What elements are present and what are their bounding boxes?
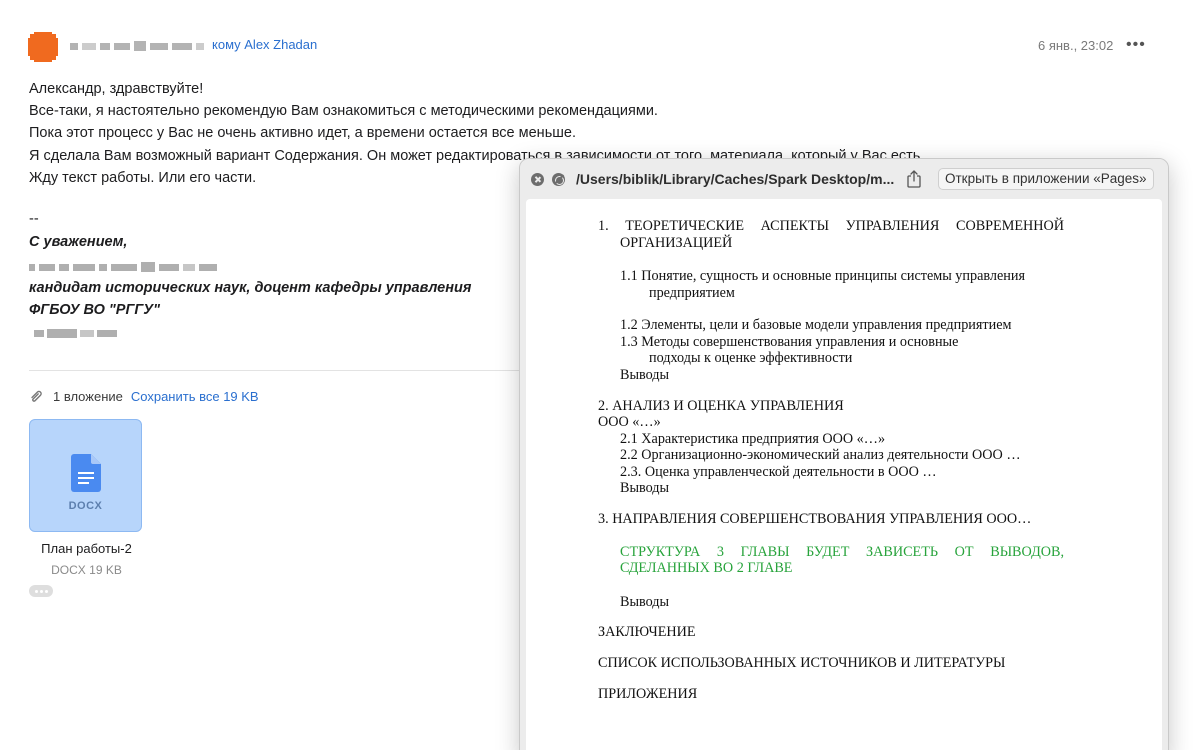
section-2-1: 2.1 Характеристика предприятия ООО «…»: [620, 431, 886, 447]
attachment-more-icon[interactable]: [29, 585, 53, 597]
email-date: 6 янв., 23:02: [1038, 38, 1114, 53]
more-icon[interactable]: •••: [1126, 36, 1146, 54]
signature-name-redacted: [29, 262, 259, 272]
attachment-meta: DOCX 19 KB: [51, 563, 122, 577]
attachment-count: 1 вложение: [53, 388, 123, 404]
share-icon[interactable]: [906, 170, 922, 188]
signature-contact-redacted: [34, 327, 129, 339]
section-2-3: 2.3. Оценка управленческой деятельности …: [620, 464, 937, 480]
open-in-pages-button[interactable]: Открыть в приложении «Pages»: [938, 168, 1154, 190]
conclusion-heading: ЗАКЛЮЧЕНИЕ: [598, 624, 696, 640]
quicklook-file-path: /Users/biblik/Library/Caches/Spark Deskt…: [576, 171, 895, 187]
signature-separator: --: [29, 211, 39, 227]
recipient-link[interactable]: кому Alex Zhadan: [212, 37, 317, 52]
body-line: Все-таки, я настоятельно рекомендую Вам …: [29, 103, 658, 120]
section-1-2: 1.2 Элементы, цели и базовые модели упра…: [620, 317, 1012, 333]
signature-title: кандидат исторических наук, доцент кафед…: [29, 280, 472, 296]
section-1-3-line1: 1.3 Методы совершенствования управления …: [620, 334, 959, 350]
conclusions-3: Выводы: [620, 594, 670, 610]
heading-2-line1: 2. АНАЛИЗ И ОЦЕНКА УПРАВЛЕНИЯ: [598, 398, 844, 414]
section-2-2: 2.2 Организационно-экономический анализ …: [620, 447, 1021, 463]
docx-file-icon: [71, 454, 101, 492]
attachment-name[interactable]: План работы-2: [24, 541, 149, 556]
note-line1: СТРУКТУРА 3 ГЛАВЫ БУДЕТ ЗАВИСЕТЬ ОТ ВЫВО…: [620, 544, 1064, 560]
close-icon[interactable]: [531, 173, 544, 186]
attachment-ext-label: DOCX: [68, 500, 103, 512]
signature-organization: ФГБОУ ВО "РГГУ": [29, 302, 160, 318]
sender-name-redacted: [70, 40, 210, 52]
section-1-1-line2: предприятием: [649, 285, 735, 301]
sender-avatar-icon[interactable]: [28, 32, 58, 62]
paperclip-icon: [31, 390, 42, 402]
heading-2-line2: ООО «…»: [598, 414, 661, 430]
conclusions-2: Выводы: [620, 480, 670, 496]
appendices-heading: ПРИЛОЖЕНИЯ: [598, 686, 698, 702]
signature-regards: С уважением,: [29, 234, 128, 250]
email-header: кому Alex Zhadan 6 янв., 23:02 •••: [0, 0, 1200, 90]
divider: [29, 370, 529, 371]
save-all-link[interactable]: Сохранить все 19 KB: [131, 389, 259, 404]
fullscreen-icon[interactable]: [552, 173, 565, 186]
quicklook-window: /Users/biblik/Library/Caches/Spark Deskt…: [519, 158, 1169, 750]
body-line-greeting: Александр, здравствуйте!: [29, 81, 204, 97]
attachments-bar: 1 вложение Сохранить все 19 KB: [29, 387, 259, 405]
references-heading: СПИСОК ИСПОЛЬЗОВАННЫХ ИСТОЧНИКОВ И ЛИТЕР…: [598, 655, 1006, 671]
note-line2: СДЕЛАННЫХ ВО 2 ГЛАВЕ: [620, 560, 793, 576]
document-page: 1. ТЕОРЕТИЧЕСКИЕ АСПЕКТЫ УПРАВЛЕНИЯ СОВР…: [526, 199, 1162, 750]
heading-1-line2: ОРГАНИЗАЦИЕЙ: [620, 235, 733, 251]
conclusions-1: Выводы: [620, 367, 670, 383]
heading-1-line1: 1. ТЕОРЕТИЧЕСКИЕ АСПЕКТЫ УПРАВЛЕНИЯ СОВР…: [598, 218, 1064, 234]
heading-3: 3. НАПРАВЛЕНИЯ СОВЕРШЕНСТВОВАНИЯ УПРАВЛЕ…: [598, 511, 1032, 527]
section-1-3-line2: подходы к оценке эффективности: [649, 350, 853, 366]
quicklook-titlebar: /Users/biblik/Library/Caches/Spark Deskt…: [520, 159, 1168, 199]
section-1-1-line1: 1.1 Понятие, сущность и основные принцип…: [620, 268, 1025, 284]
attachment-card[interactable]: DOCX: [29, 419, 142, 532]
body-line: Пока этот процесс у Вас не очень активно…: [29, 125, 576, 142]
